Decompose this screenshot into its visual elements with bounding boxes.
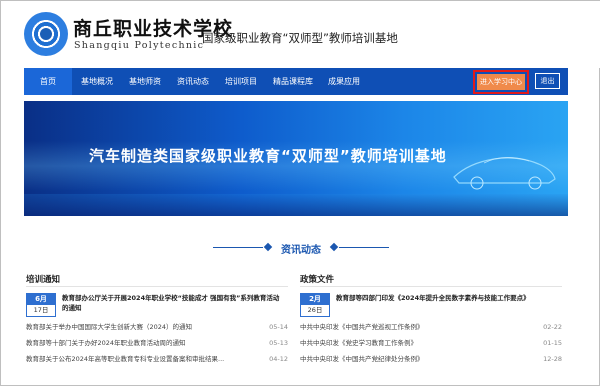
list-item-title[interactable]: 中共中央印发《党史学习教育工作条例》: [300, 335, 417, 351]
hero-banner[interactable]: 汽车制造类国家级职业教育“双师型”教师培训基地: [24, 101, 568, 216]
list-item[interactable]: 教育部等十部门关于办好2024年职业教育活动周的通知 05-13: [26, 335, 288, 351]
nav-item-overview[interactable]: 基地概况: [74, 68, 120, 95]
nav-item-training[interactable]: 培训项目: [218, 68, 264, 95]
list-item-title[interactable]: 中共中央印发《中国共产党巡视工作条例》: [300, 319, 424, 335]
training-heading[interactable]: 培训通知: [26, 273, 288, 287]
date-month: 2月: [301, 294, 329, 305]
list-item[interactable]: 中共中央印发《中国共产党纪律处分条例》 12-28: [300, 351, 562, 367]
section-divider-right: [339, 247, 389, 248]
nav-item-home[interactable]: 首页: [24, 68, 72, 95]
date-day: 17日: [33, 306, 49, 314]
list-item[interactable]: 中共中央印发《党史学习教育工作条例》 01-15: [300, 335, 562, 351]
nav-item-results[interactable]: 成果应用: [320, 68, 368, 95]
banner-title: 汽车制造类国家级职业教育“双师型”教师培训基地: [89, 147, 447, 165]
nav-item-courses[interactable]: 精品课程库: [266, 68, 320, 95]
banner-road: [24, 194, 568, 216]
section-title: 资讯动态: [281, 245, 321, 256]
list-item[interactable]: 教育部关于公布2024年高等职业教育专科专业设置备案和审批结果... 04-12: [26, 351, 288, 367]
feature-title[interactable]: 教育部办公厅关于开展2024年职业学校“技能成才 强国有我”系列教育活动的通知: [62, 293, 284, 313]
list-item-date: 05-14: [269, 323, 288, 331]
site-header: 商丘职业技术学校 Shangqiu Polytechnic 国家级职业教育“双师…: [1, 1, 600, 68]
list-item-date: 02-22: [543, 323, 562, 331]
study-center-button[interactable]: 进入学习中心: [477, 74, 525, 90]
school-name-en: Shangqiu Polytechnic: [74, 40, 205, 51]
training-feature[interactable]: 6月 17日 教育部办公厅关于开展2024年职业学校“技能成才 强国有我”系列教…: [26, 293, 288, 319]
policy-documents: 政策文件 2月 26日 教育部等四部门印发《2024年提升全民数字素养与技能工作…: [300, 273, 562, 367]
list-item-title[interactable]: 教育部等十部门关于办好2024年职业教育活动周的通知: [26, 335, 186, 351]
policy-feature[interactable]: 2月 26日 教育部等四部门印发《2024年提升全民数字素养与技能工作要点》: [300, 293, 562, 319]
list-item-title[interactable]: 中共中央印发《中国共产党纪律处分条例》: [300, 351, 424, 367]
list-item[interactable]: 中共中央印发《中国共产党巡视工作条例》 02-22: [300, 319, 562, 335]
study-center-highlight: 进入学习中心: [473, 70, 529, 94]
date-month: 6月: [27, 294, 55, 305]
date-badge: 2月 26日: [300, 293, 330, 317]
list-item-date: 01-15: [543, 339, 562, 347]
list-item-title[interactable]: 教育部关于举办中国国际大学生创新大赛（2024）的通知: [26, 319, 192, 335]
banner-pagination: [40, 204, 58, 216]
car-illustration-icon: [453, 157, 556, 190]
feature-title[interactable]: 教育部等四部门印发《2024年提升全民数字素养与技能工作要点》: [336, 293, 558, 303]
nav-item-faculty[interactable]: 基地师资: [122, 68, 168, 95]
list-item-date: 05-13: [269, 339, 288, 347]
date-day: 26日: [307, 306, 323, 314]
list-item-date: 04-12: [269, 355, 288, 363]
main-nav: 首页 基地概况 基地师资 资讯动态 培训项目 精品课程库 成果应用 进入学习中心…: [24, 68, 568, 95]
nav-item-news[interactable]: 资讯动态: [170, 68, 216, 95]
list-item[interactable]: 教育部关于举办中国国际大学生创新大赛（2024）的通知 05-14: [26, 319, 288, 335]
list-item-date: 12-28: [543, 355, 562, 363]
date-badge: 6月 17日: [26, 293, 56, 317]
list-item-title[interactable]: 教育部关于公布2024年高等职业教育专科专业设置备案和审批结果...: [26, 351, 224, 367]
school-logo-icon[interactable]: [24, 12, 68, 56]
exit-button[interactable]: 退出: [535, 73, 560, 89]
training-notices: 培训通知 6月 17日 教育部办公厅关于开展2024年职业学校“技能成才 强国有…: [26, 273, 288, 367]
policy-heading[interactable]: 政策文件: [300, 273, 562, 287]
base-title: 国家级职业教育“双师型”教师培训基地: [202, 31, 398, 45]
